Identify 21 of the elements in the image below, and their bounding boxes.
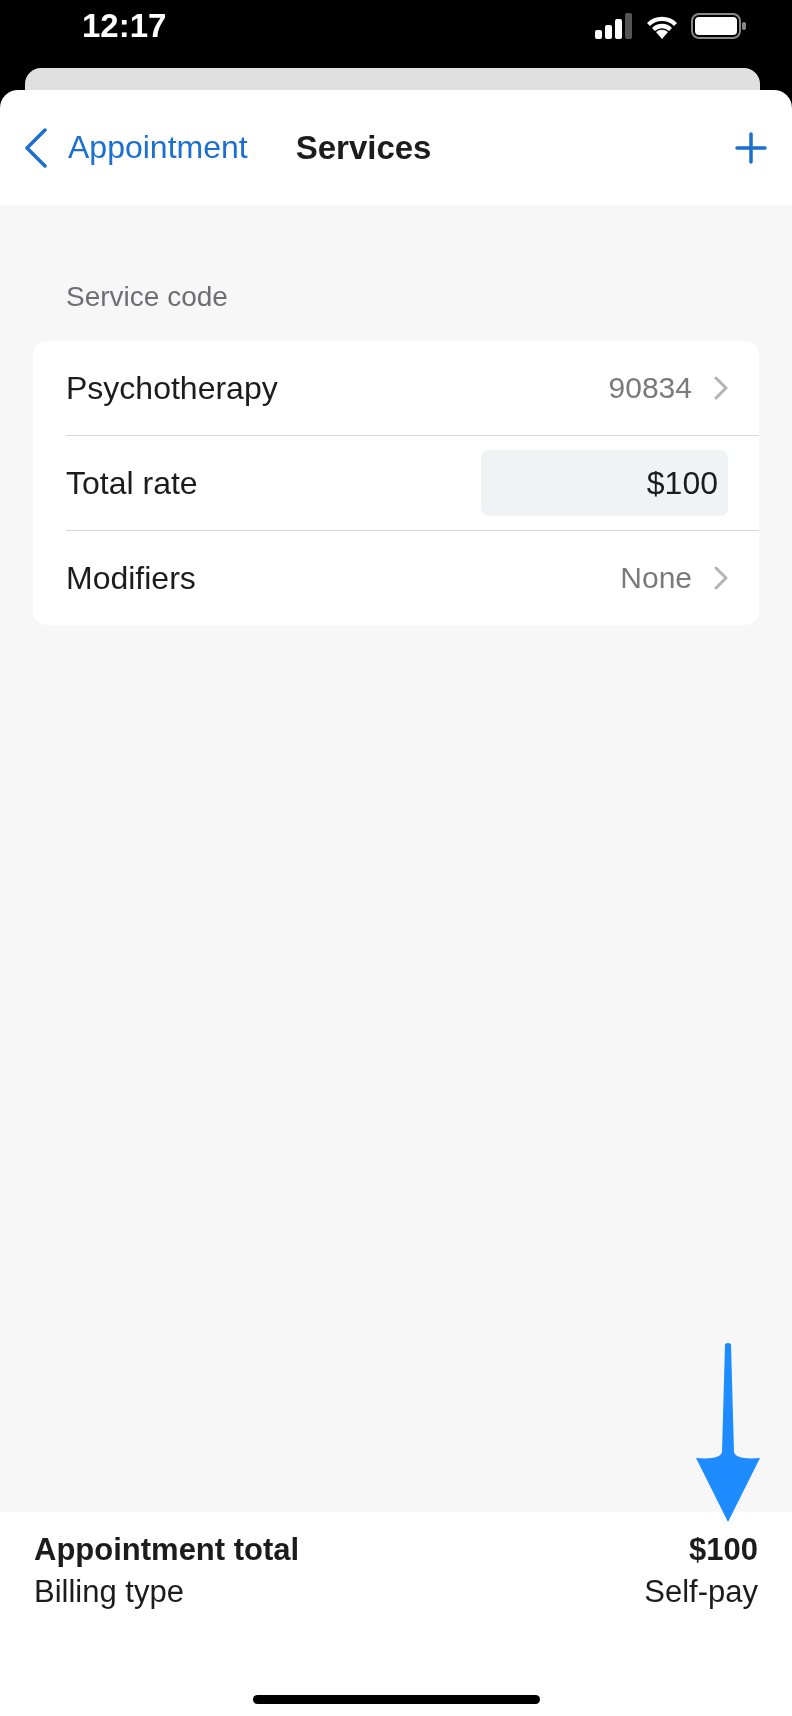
signal-icon: [595, 13, 633, 39]
billing-label: Billing type: [34, 1574, 184, 1610]
back-chevron-icon: [24, 127, 48, 168]
screen-title: Services: [295, 128, 433, 167]
total-value: $100: [689, 1532, 758, 1568]
chevron-right-icon[interactable]: [714, 376, 728, 400]
total-label: Appointment total: [34, 1532, 300, 1568]
add-icon[interactable]: [735, 131, 767, 164]
chevron-right-icon[interactable]: [714, 566, 728, 590]
row-label: Psychotherapy: [66, 369, 279, 407]
back-button[interactable]: Appointment: [24, 127, 248, 168]
battery-icon: [691, 13, 747, 39]
status-time: 12:17: [82, 7, 168, 45]
row-value: None: [620, 561, 692, 595]
row-label: Total rate: [66, 464, 199, 502]
section-header: Service code: [66, 281, 228, 313]
down-arrow-icon: [694, 1342, 762, 1524]
row-label: Modifiers: [66, 559, 197, 597]
rate-input-field[interactable]: $100: [481, 450, 728, 516]
row-value: 90834: [608, 371, 692, 405]
billing-value: Self-pay: [644, 1574, 758, 1610]
